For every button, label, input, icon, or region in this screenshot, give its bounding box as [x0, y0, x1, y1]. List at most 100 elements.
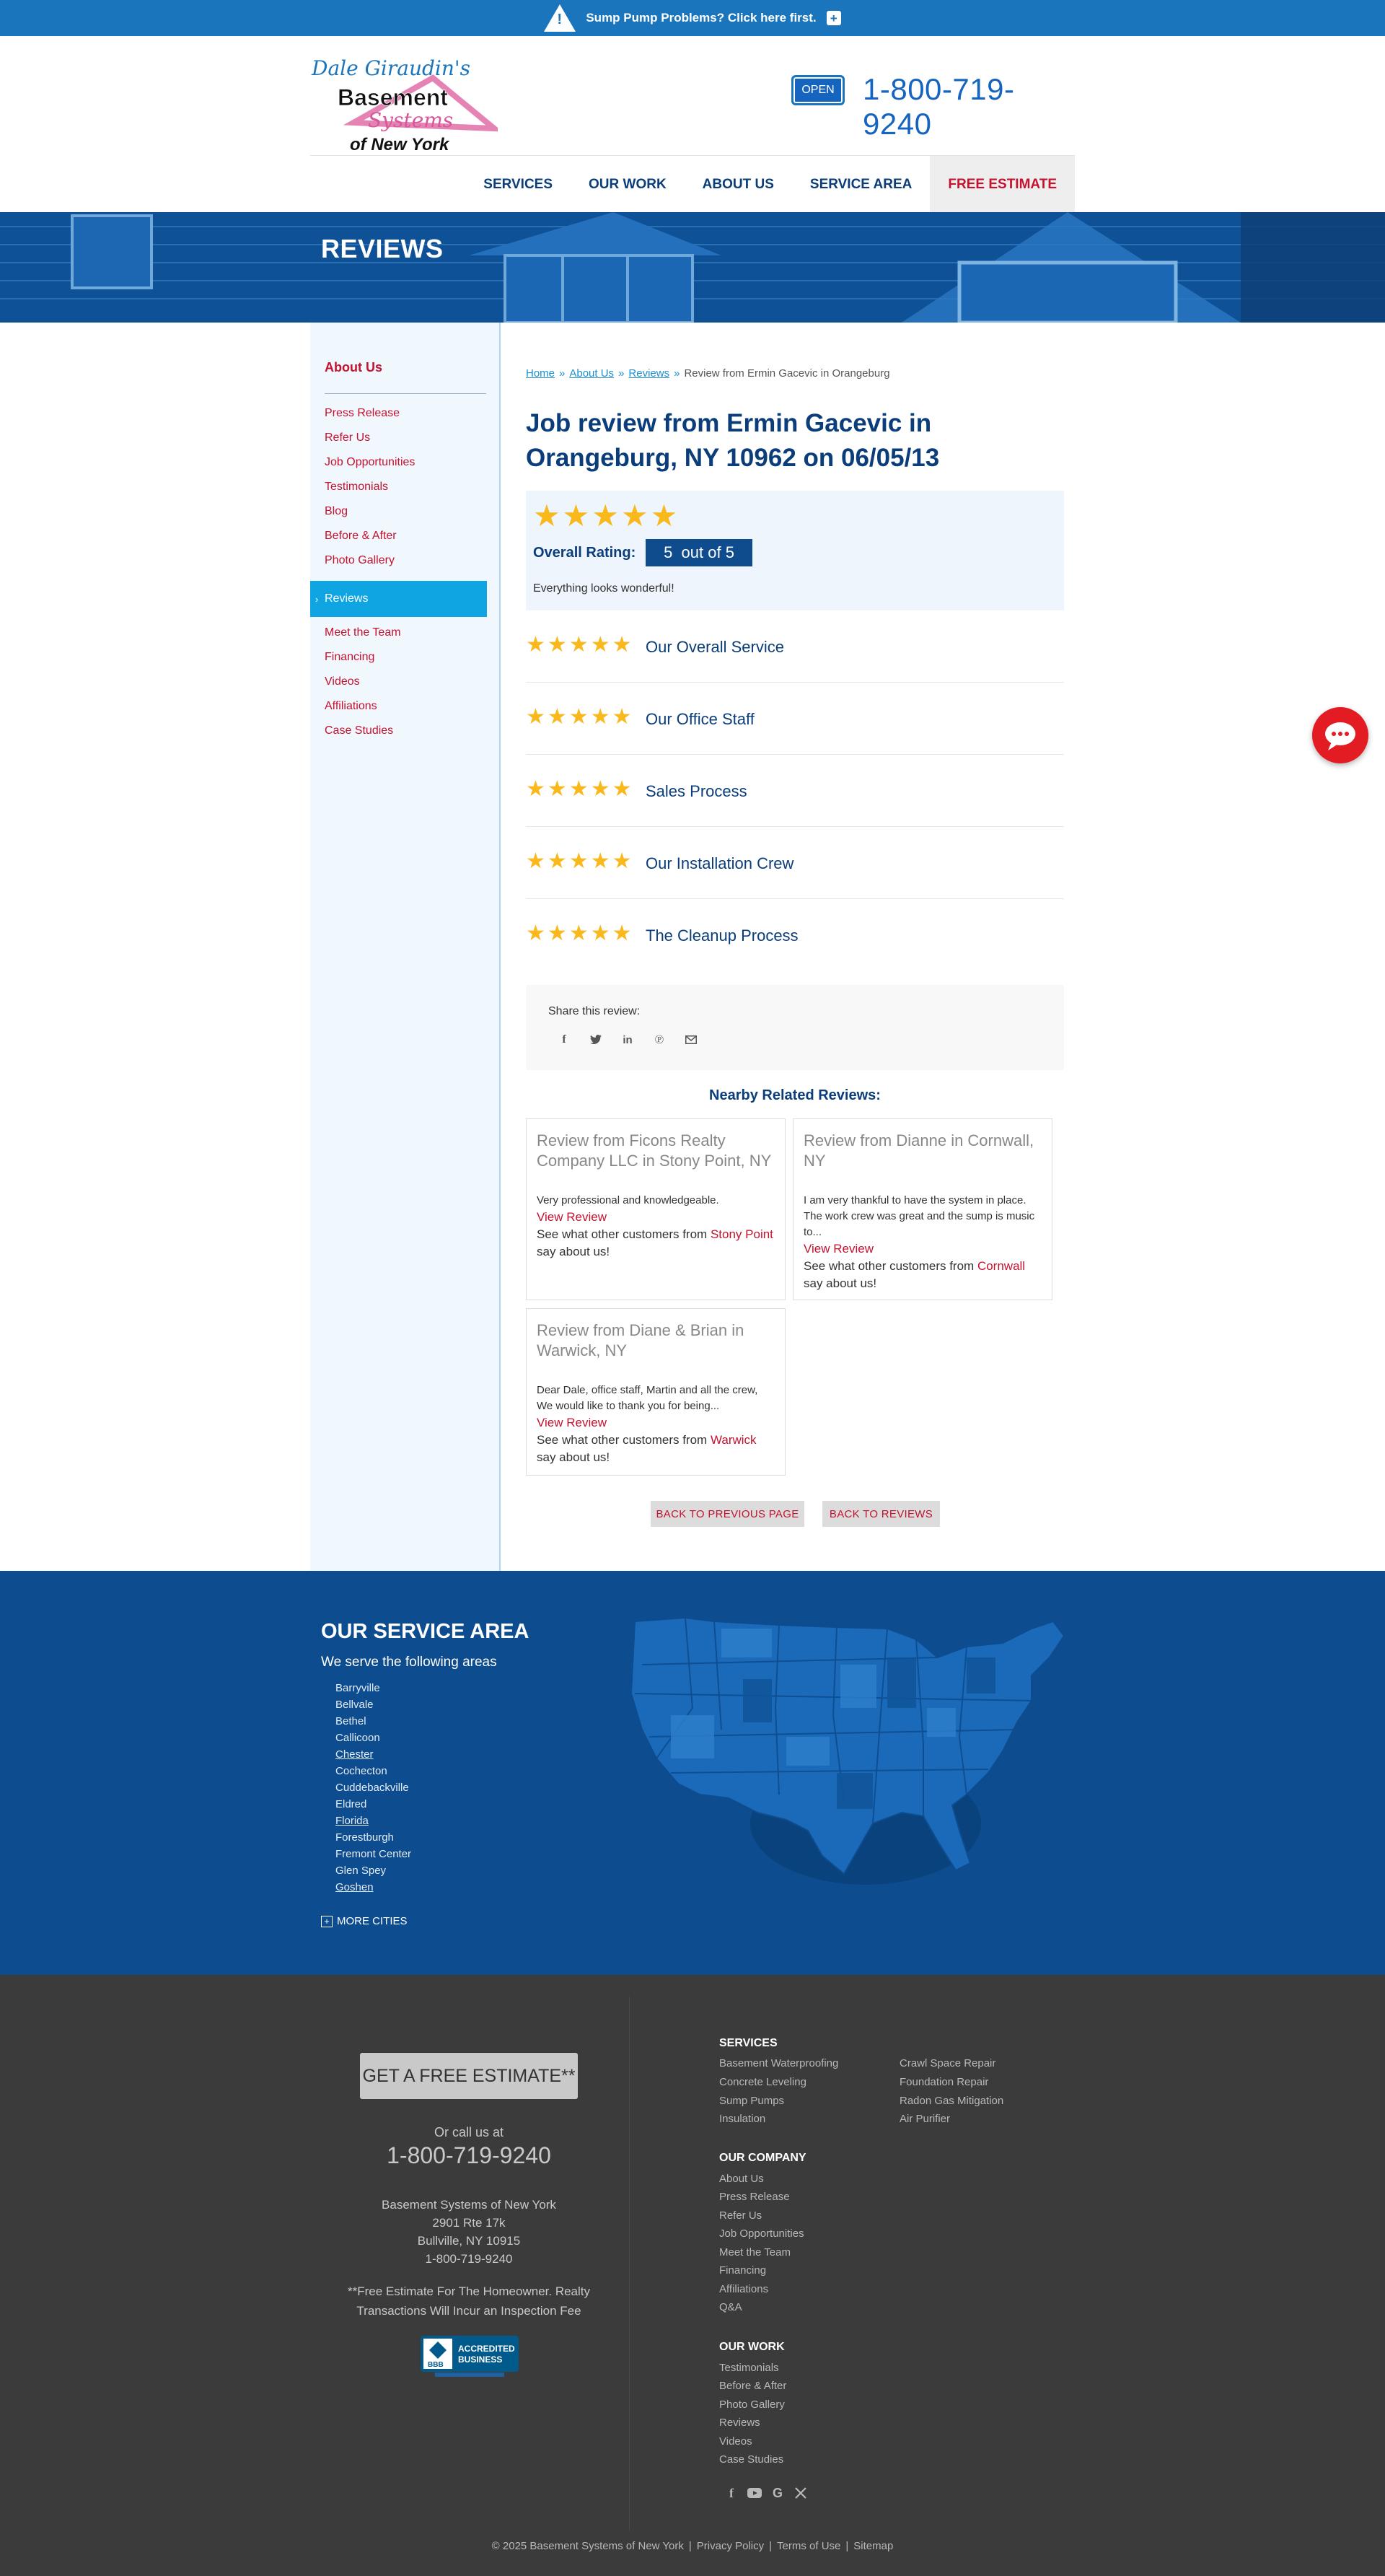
chat-button[interactable] — [1312, 707, 1368, 763]
footer-link[interactable]: Testimonials — [719, 2362, 779, 2374]
breadcrumb-home[interactable]: Home — [526, 367, 555, 380]
privacy-policy-link[interactable]: Privacy Policy — [697, 2540, 764, 2552]
footer-link[interactable]: Refer Us — [719, 2209, 762, 2222]
view-review-link[interactable]: View Review — [537, 1416, 607, 1429]
city-link[interactable]: Cornwall — [977, 1259, 1025, 1273]
category-row: ★ ★ ★ ★ ★ Our Office Staff — [526, 683, 1064, 755]
warning-icon: ! — [544, 4, 576, 32]
sidebar-item-reviews[interactable]: › Reviews — [310, 581, 487, 617]
sidebar-item-affiliations[interactable]: Affiliations — [325, 700, 377, 713]
sidebar: About Us Press Release Refer Us Job Oppo… — [310, 323, 501, 1571]
youtube-icon[interactable] — [747, 2485, 762, 2501]
share-label: Share this review: — [548, 1005, 641, 1017]
city-item: Fremont Center — [335, 1848, 412, 1860]
city-link-goshen[interactable]: Goshen — [335, 1879, 411, 1896]
city-item: Callicoon — [335, 1732, 380, 1744]
footer-link[interactable]: Sump Pumps — [719, 2095, 784, 2107]
star-icon: ★ — [568, 705, 589, 729]
star-icon: ★ — [562, 499, 590, 533]
sidebar-item-blog[interactable]: Blog — [325, 505, 348, 518]
sidebar-item-meet-the-team[interactable]: Meet the Team — [325, 626, 401, 639]
footer-link[interactable]: Crawl Space Repair — [900, 2057, 995, 2069]
nav-about-us[interactable]: ABOUT US — [685, 156, 792, 214]
sidebar-item-press-release[interactable]: Press Release — [325, 407, 400, 420]
email-icon[interactable] — [675, 1029, 707, 1051]
star-icon: ★ — [526, 633, 545, 657]
sitemap-link[interactable]: Sitemap — [853, 2540, 893, 2552]
pinterest-icon[interactable]: ℗ — [643, 1029, 675, 1051]
footer-link[interactable]: Affiliations — [719, 2283, 768, 2295]
x-twitter-icon[interactable] — [793, 2485, 809, 2501]
sidebar-item-financing[interactable]: Financing — [325, 651, 374, 664]
footer-link[interactable]: Meet the Team — [719, 2246, 791, 2259]
footer-link[interactable]: Concrete Leveling — [719, 2076, 806, 2088]
sidebar-item-testimonials[interactable]: Testimonials — [325, 481, 388, 494]
svg-text:Systems: Systems — [368, 108, 453, 132]
footer-link[interactable]: Q&A — [719, 2301, 742, 2313]
footer-link[interactable]: Job Opportunities — [719, 2227, 804, 2240]
footer-link[interactable]: Photo Gallery — [719, 2398, 785, 2411]
nav-services[interactable]: SERVICES — [465, 156, 571, 214]
sidebar-item-photo-gallery[interactable]: Photo Gallery — [325, 554, 395, 567]
footer-link[interactable]: Case Studies — [719, 2453, 783, 2466]
sidebar-title[interactable]: About Us — [325, 360, 382, 375]
view-review-link[interactable]: View Review — [804, 1242, 874, 1256]
footer-link[interactable]: Radon Gas Mitigation — [900, 2095, 1003, 2107]
site-header: Dale Giraudin's Basement Systems of New … — [310, 36, 1075, 214]
sidebar-item-before-after[interactable]: Before & After — [325, 530, 397, 543]
bbb-accredited-badge[interactable]: BBB ACCREDITED BUSINESS — [421, 2336, 519, 2378]
back-to-reviews-button[interactable]: BACK TO REVIEWS — [822, 1501, 940, 1527]
nav-our-work[interactable]: OUR WORK — [571, 156, 685, 214]
nav-service-area[interactable]: SERVICE AREA — [792, 156, 930, 214]
card-more-text: See what other customers from Cornwall s… — [804, 1259, 1026, 1290]
footer-link[interactable]: Before & After — [719, 2380, 786, 2392]
card-title[interactable]: Review from Ficons Realty Company LLC in… — [537, 1131, 775, 1171]
header-phone[interactable]: 1-800-719-9240 — [863, 72, 1075, 141]
breadcrumb-reviews[interactable]: Reviews — [628, 367, 669, 380]
get-free-estimate-button[interactable]: GET A FREE ESTIMATE** — [360, 2053, 578, 2099]
review-card: Review from Ficons Realty Company LLC in… — [526, 1118, 786, 1300]
city-link[interactable]: Stony Point — [711, 1227, 773, 1241]
linkedin-icon[interactable]: in — [612, 1029, 643, 1051]
card-title[interactable]: Review from Dianne in Cornwall, NY — [804, 1131, 1042, 1171]
city-link[interactable]: Warwick — [711, 1433, 757, 1447]
breadcrumb-current: Review from Ermin Gacevic in Orangeburg — [684, 367, 890, 380]
footer-link[interactable]: Air Purifier — [900, 2113, 950, 2125]
sidebar-item-refer-us[interactable]: Refer Us — [325, 431, 370, 444]
facebook-icon[interactable]: f — [724, 2485, 739, 2501]
footer-link[interactable]: About Us — [719, 2173, 764, 2185]
more-cities-button[interactable]: + MORE CITIES — [321, 1915, 408, 1927]
back-to-previous-page-button[interactable]: BACK TO PREVIOUS PAGE — [651, 1501, 804, 1527]
footer-link[interactable]: Foundation Repair — [900, 2076, 988, 2088]
card-title[interactable]: Review from Diane & Brian in Warwick, NY — [537, 1320, 775, 1361]
footer-link[interactable]: Reviews — [719, 2417, 760, 2429]
review-comment: Everything looks wonderful! — [533, 582, 674, 595]
footer-phone[interactable]: 1-800-719-9240 — [310, 2142, 628, 2169]
terms-of-use-link[interactable]: Terms of Use — [777, 2540, 840, 2552]
breadcrumb-about-us[interactable]: About Us — [569, 367, 614, 380]
svg-text:Dale Giraudin's: Dale Giraudin's — [311, 56, 470, 80]
city-item: Eldred — [335, 1798, 367, 1810]
twitter-icon[interactable] — [580, 1029, 612, 1051]
sidebar-item-videos[interactable]: Videos — [325, 675, 360, 688]
sidebar-item-job-opportunities[interactable]: Job Opportunities — [325, 456, 415, 469]
nav-free-estimate[interactable]: FREE ESTIMATE — [930, 156, 1075, 214]
city-link-chester[interactable]: Chester — [335, 1746, 411, 1763]
card-excerpt: Very professional and knowledgeable. — [537, 1194, 719, 1206]
footer-link[interactable]: Videos — [719, 2435, 752, 2448]
star-icon: ★ — [612, 633, 632, 657]
banner-text[interactable]: Sump Pump Problems? Click here first. — [586, 11, 816, 25]
star-icon: ★ — [547, 633, 567, 657]
footer-link[interactable]: Financing — [719, 2264, 766, 2277]
city-link-florida[interactable]: Florida — [335, 1813, 411, 1829]
footer-link[interactable]: Basement Waterproofing — [719, 2057, 838, 2069]
company-logo[interactable]: Dale Giraudin's Basement Systems of New … — [310, 43, 498, 159]
sump-pump-banner[interactable]: ! Sump Pump Problems? Click here first. … — [0, 0, 1385, 36]
facebook-icon[interactable]: f — [548, 1029, 580, 1051]
footer-link[interactable]: Press Release — [719, 2191, 790, 2203]
footer-link[interactable]: Insulation — [719, 2113, 765, 2125]
google-icon[interactable]: G — [770, 2485, 786, 2501]
expand-plus-icon[interactable]: + — [826, 11, 841, 25]
sidebar-item-case-studies[interactable]: Case Studies — [325, 724, 393, 737]
view-review-link[interactable]: View Review — [537, 1210, 607, 1224]
